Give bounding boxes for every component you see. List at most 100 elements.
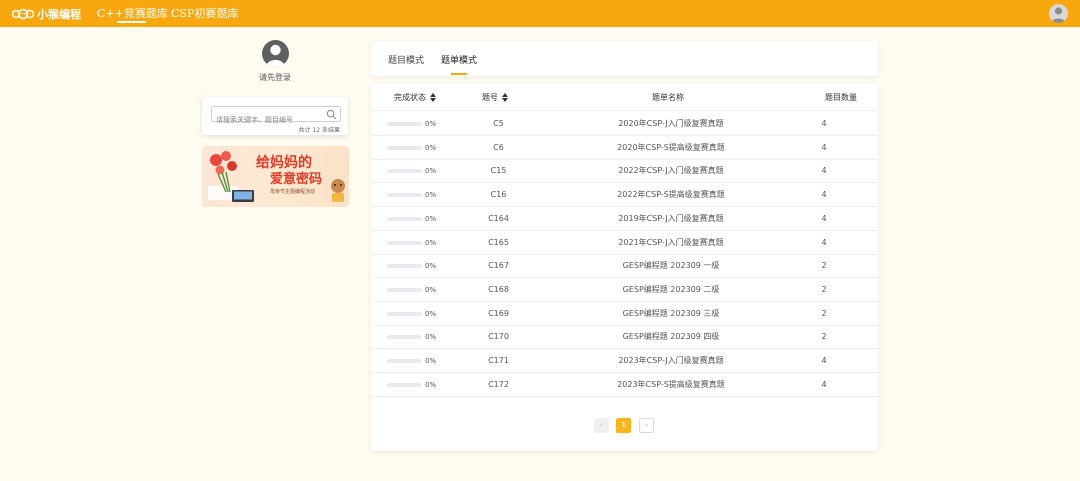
table-row[interactable]: 0% C171 2023年CSP-J入门级复赛真题 4 — [371, 349, 878, 373]
progress-bar — [387, 193, 422, 198]
problem-list-name-link[interactable]: 2019年CSP-J入门级复赛真题 — [571, 207, 771, 231]
brand-name: 小猴编程 — [37, 7, 81, 21]
progress-percent: 0% — [425, 167, 437, 176]
progress-bar — [387, 382, 422, 387]
tab-problem-mode[interactable]: 题目模式 — [388, 53, 424, 66]
nav-csp-prelim-bank[interactable]: CSP初赛题库 — [171, 0, 238, 27]
table-header: 完成状态 题号 题单名称 题目数量 — [371, 84, 878, 111]
progress-bar — [387, 145, 422, 150]
table-row[interactable]: 0% C5 2020年CSP-J入门级复赛真题 4 — [371, 112, 878, 136]
problem-list-id: C15 — [490, 166, 507, 176]
problem-list-name-link[interactable]: GESP编程题 202309 四级 — [571, 325, 771, 349]
problem-list-id: C164 — [488, 213, 509, 223]
problem-count: 4 — [821, 142, 827, 152]
problem-count: 4 — [821, 166, 827, 176]
table-row[interactable]: 0% C170 GESP编程题 202309 四级 2 — [371, 325, 878, 350]
problem-list-id: C168 — [488, 284, 509, 294]
problem-list-id: C172 — [488, 379, 509, 389]
table-row[interactable]: 0% C172 2023年CSP-S提高级复赛真题 4 — [371, 373, 878, 397]
sort-icon[interactable] — [502, 93, 508, 102]
problem-list-name-link[interactable]: 2021年CSP-J入门级复赛真题 — [571, 231, 771, 255]
progress-percent: 0% — [425, 238, 437, 247]
header-status-label: 完成状态 — [394, 93, 426, 102]
progress-bar — [387, 169, 422, 174]
top-navbar: 小猴编程 C++竞赛题库 CSP初赛题库 — [0, 0, 1080, 27]
search-panel: 共计 12 条结果 — [202, 97, 348, 135]
table-row[interactable]: 0% C6 2020年CSP-S提高级复赛真题 4 — [371, 136, 878, 160]
problem-count: 4 — [821, 379, 827, 389]
search-box — [211, 106, 341, 127]
banner-subtitle: 母亲节主题编程活动 — [270, 189, 316, 195]
problem-list-name-link[interactable]: 2023年CSP-J入门级复赛真题 — [571, 349, 771, 373]
table-row[interactable]: 0% C168 GESP编程题 202309 二级 2 — [371, 278, 878, 302]
problem-count: 2 — [821, 284, 827, 294]
page-1-button[interactable]: 1 — [616, 418, 631, 433]
progress-percent: 0% — [425, 357, 437, 365]
problem-count: 2 — [821, 261, 827, 271]
problem-list-id: C6 — [493, 142, 504, 152]
progress-percent: 0% — [425, 191, 437, 200]
prev-page-button[interactable]: ‹ — [594, 418, 609, 433]
progress-bar — [387, 264, 422, 269]
header-id-label: 题号 — [482, 93, 498, 102]
table-row[interactable]: 0% C169 GESP编程题 202309 三级 2 — [371, 302, 878, 326]
login-avatar[interactable] — [262, 40, 289, 67]
progress-percent: 0% — [425, 143, 437, 152]
problem-list-id: C170 — [488, 332, 509, 342]
problem-list-name-link[interactable]: 2022年CSP-J入门级复赛真题 — [571, 159, 771, 183]
problem-list-name-link[interactable]: GESP编程题 202309 二级 — [571, 278, 771, 302]
progress-bar — [387, 311, 422, 316]
problem-list-name-link[interactable]: 2020年CSP-S提高级复赛真题 — [571, 136, 771, 160]
progress-bar — [387, 287, 422, 292]
progress-percent: 0% — [425, 333, 437, 342]
table-row[interactable]: 0% C165 2021年CSP-J入门级复赛真题 4 — [371, 231, 878, 255]
problem-list-name-link[interactable]: 2023年CSP-S提高级复赛真题 — [571, 373, 771, 397]
mothers-day-banner[interactable]: 给妈妈的 爱意密码 母亲节主题编程活动 — [202, 146, 349, 207]
problem-list-id: C169 — [488, 308, 509, 318]
tab-problem-list-mode[interactable]: 题单模式 — [441, 53, 477, 66]
problem-count: 2 — [821, 308, 827, 318]
problem-count: 2 — [821, 332, 827, 342]
table-row[interactable]: 0% C16 2022年CSP-S提高级复赛真题 4 — [371, 183, 878, 208]
header-status[interactable]: 完成状态 — [394, 84, 436, 111]
progress-percent: 0% — [425, 380, 437, 389]
table-row[interactable]: 0% C164 2019年CSP-J入门级复赛真题 4 — [371, 207, 878, 231]
progress-percent: 0% — [425, 214, 437, 223]
progress-bar — [387, 216, 422, 221]
problem-list-id: C171 — [488, 356, 509, 365]
problem-list-id: C16 — [490, 190, 507, 200]
problem-count: 4 — [821, 213, 827, 223]
login-prompt-link[interactable]: 请先登录 — [230, 72, 320, 83]
problem-list-name-link[interactable]: 2020年CSP-J入门级复赛真题 — [571, 112, 771, 136]
table-row[interactable]: 0% C15 2022年CSP-J入门级复赛真题 4 — [371, 159, 878, 184]
problem-list-id: C5 — [493, 119, 504, 128]
problem-list-name-link[interactable]: 2022年CSP-S提高级复赛真题 — [571, 183, 771, 207]
progress-percent: 0% — [425, 262, 437, 271]
problem-list-name-link[interactable]: GESP编程题 202309 三级 — [571, 302, 771, 326]
user-avatar-button[interactable] — [1049, 4, 1068, 23]
search-icon[interactable] — [326, 109, 337, 120]
brand-logo-link[interactable]: 小猴编程 — [12, 0, 81, 27]
user-icon — [266, 44, 285, 67]
table-row[interactable]: 0% C167 GESP编程题 202309 一级 2 — [371, 254, 878, 279]
mode-tabs: 题目模式 题单模式 — [371, 41, 878, 76]
problem-list-table: 完成状态 题号 题单名称 题目数量 0% C5 2020年CSP-J入门级复赛真题 4… — [371, 84, 878, 451]
progress-bar — [387, 335, 422, 340]
sort-icon[interactable] — [430, 93, 436, 102]
next-page-button[interactable]: › — [639, 418, 654, 433]
active-tab-indicator — [451, 73, 467, 75]
problem-count: 4 — [821, 119, 827, 128]
progress-bar — [387, 359, 422, 363]
header-id[interactable]: 题号 — [482, 84, 508, 111]
search-result-count: 共计 12 条结果 — [298, 127, 340, 134]
banner-title-line2: 爱意密码 — [270, 172, 323, 187]
problem-count: 4 — [821, 190, 827, 200]
monkey-logo-icon — [12, 8, 34, 19]
problem-list-id: C167 — [488, 261, 509, 271]
header-name: 题单名称 — [652, 93, 684, 102]
problem-list-name-link[interactable]: GESP编程题 202309 一级 — [571, 254, 771, 278]
nav-cpp-problem-bank[interactable]: C++竞赛题库 — [97, 0, 168, 27]
header-count: 题目数量 — [825, 93, 857, 102]
progress-bar — [387, 240, 422, 245]
progress-percent: 0% — [425, 120, 437, 128]
